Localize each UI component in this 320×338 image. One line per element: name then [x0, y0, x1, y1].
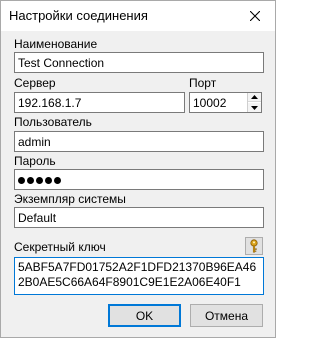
server-field[interactable]: 192.168.1.7 — [14, 92, 185, 113]
key-icon — [250, 239, 258, 253]
password-dot — [54, 177, 61, 184]
password-dot — [18, 177, 25, 184]
arrow-up-icon — [251, 95, 258, 99]
arrow-down-icon — [251, 105, 258, 110]
close-icon — [250, 11, 260, 21]
cancel-button[interactable]: Отмена — [190, 304, 263, 327]
port-stepper[interactable]: 10002 — [189, 92, 262, 113]
user-field[interactable]: admin — [14, 131, 264, 152]
server-label: Сервер — [14, 76, 56, 90]
password-dot — [27, 177, 34, 184]
close-button[interactable] — [235, 1, 275, 31]
port-label: Порт — [189, 76, 217, 90]
connection-settings-dialog: Настройки соединения Наименование Test C… — [0, 0, 276, 338]
password-field[interactable] — [14, 169, 264, 190]
secret-key-field[interactable]: 5ABF5A7FD01752A2F1DFD21370B96EA462B0AE5C… — [14, 257, 264, 295]
name-label: Наименование — [14, 37, 98, 51]
instance-field[interactable]: Default — [14, 207, 264, 228]
port-decrement-button[interactable] — [248, 103, 261, 112]
secret-key-label: Секретный ключ — [14, 240, 106, 254]
port-increment-button[interactable] — [248, 93, 261, 102]
ok-button[interactable]: OK — [108, 304, 181, 327]
name-field[interactable]: Test Connection — [14, 52, 264, 73]
password-dot — [45, 177, 52, 184]
password-label: Пароль — [14, 154, 56, 168]
dialog-title: Настройки соединения — [9, 8, 148, 23]
user-label: Пользователь — [14, 115, 92, 129]
password-mask — [18, 177, 61, 184]
generate-key-button[interactable] — [245, 237, 263, 255]
port-value: 10002 — [193, 96, 227, 110]
password-dot — [36, 177, 43, 184]
title-bar: Настройки соединения — [1, 1, 275, 31]
port-spin-buttons — [247, 93, 261, 112]
instance-label: Экземпляр системы — [14, 192, 126, 206]
